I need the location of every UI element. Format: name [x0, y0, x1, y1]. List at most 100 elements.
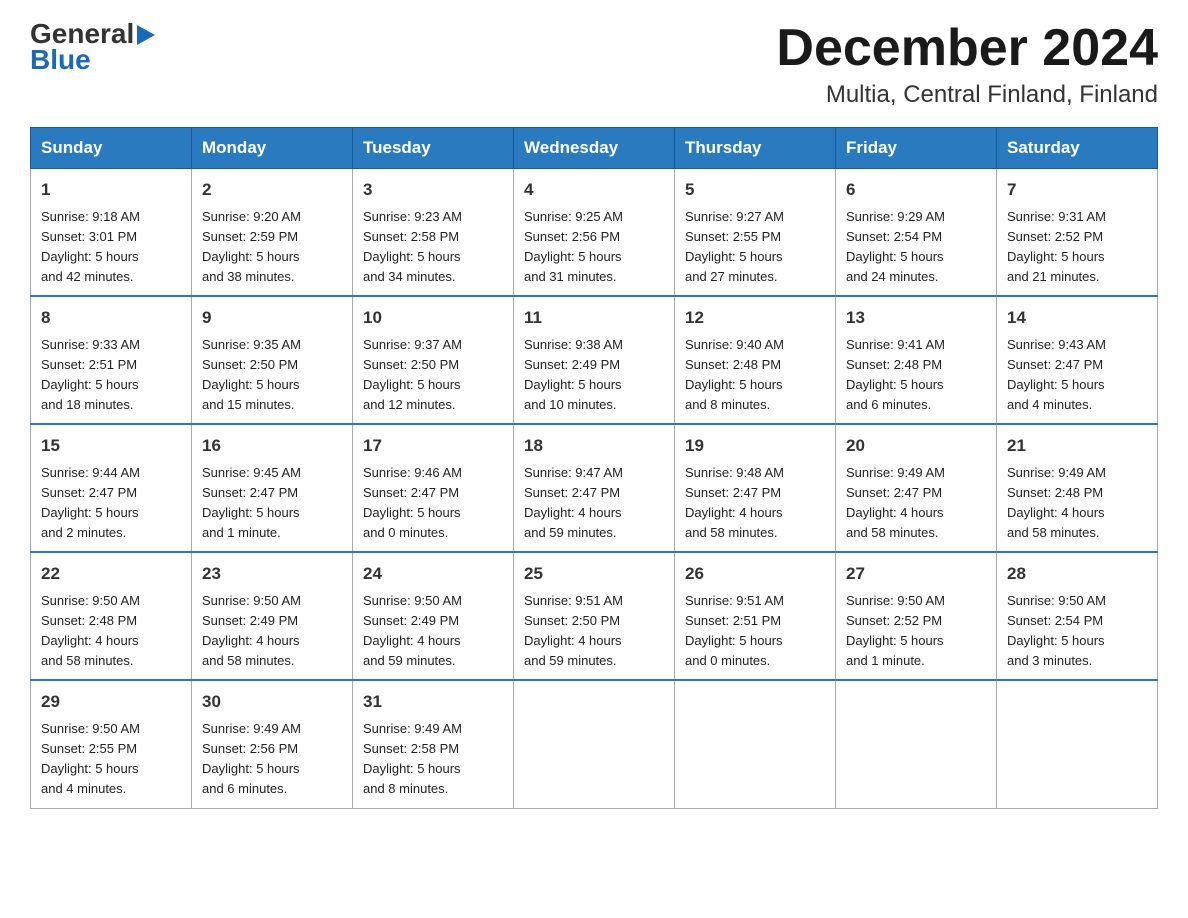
calendar-day-cell: 28 Sunrise: 9:50 AMSunset: 2:54 PMDayligh…: [997, 552, 1158, 680]
month-title: December 2024: [776, 20, 1158, 77]
day-number: 22: [41, 561, 181, 587]
day-number: 6: [846, 177, 986, 203]
day-number: 16: [202, 433, 342, 459]
weekday-header-row: SundayMondayTuesdayWednesdayThursdayFrid…: [31, 128, 1158, 169]
calendar-day-cell: [997, 680, 1158, 808]
calendar-day-cell: 23 Sunrise: 9:50 AMSunset: 2:49 PMDayligh…: [192, 552, 353, 680]
calendar-day-cell: [514, 680, 675, 808]
day-info: Sunrise: 9:50 AMSunset: 2:55 PMDaylight:…: [41, 719, 181, 800]
day-number: 30: [202, 689, 342, 715]
day-number: 15: [41, 433, 181, 459]
logo-triangle-icon: [137, 25, 155, 45]
calendar-week-row: 22 Sunrise: 9:50 AMSunset: 2:48 PMDayligh…: [31, 552, 1158, 680]
calendar-day-cell: 18 Sunrise: 9:47 AMSunset: 2:47 PMDayligh…: [514, 424, 675, 552]
calendar-day-cell: 6 Sunrise: 9:29 AMSunset: 2:54 PMDaylight…: [836, 169, 997, 297]
calendar-day-cell: 7Sunrise: 9:31 AMSunset: 2:52 PMDaylight…: [997, 169, 1158, 297]
calendar-day-cell: 21Sunrise: 9:49 AMSunset: 2:48 PMDayligh…: [997, 424, 1158, 552]
day-info: Sunrise: 9:25 AMSunset: 2:56 PMDaylight:…: [524, 207, 664, 288]
day-number: 12: [685, 305, 825, 331]
day-number: 4: [524, 177, 664, 203]
calendar-day-cell: 10 Sunrise: 9:37 AMSunset: 2:50 PMDayligh…: [353, 296, 514, 424]
calendar-day-cell: 12 Sunrise: 9:40 AMSunset: 2:48 PMDayligh…: [675, 296, 836, 424]
day-info: Sunrise: 9:27 AMSunset: 2:55 PMDaylight:…: [685, 207, 825, 288]
day-info: Sunrise: 9:45 AMSunset: 2:47 PMDaylight:…: [202, 463, 342, 544]
day-info: Sunrise: 9:46 AMSunset: 2:47 PMDaylight:…: [363, 463, 503, 544]
calendar-day-cell: [836, 680, 997, 808]
calendar-day-cell: 14 Sunrise: 9:43 AMSunset: 2:47 PMDayligh…: [997, 296, 1158, 424]
calendar-day-cell: 11Sunrise: 9:38 AMSunset: 2:49 PMDayligh…: [514, 296, 675, 424]
title-area: December 2024 Multia, Central Finland, F…: [776, 20, 1158, 109]
logo-text-blue: Blue: [30, 44, 91, 76]
day-number: 2: [202, 177, 342, 203]
day-number: 28: [1007, 561, 1147, 587]
day-info: Sunrise: 9:51 AMSunset: 2:50 PMDaylight:…: [524, 591, 664, 672]
weekday-header-friday: Friday: [836, 128, 997, 169]
day-number: 17: [363, 433, 503, 459]
day-info: Sunrise: 9:44 AMSunset: 2:47 PMDaylight:…: [41, 463, 181, 544]
day-info: Sunrise: 9:49 AMSunset: 2:58 PMDaylight:…: [363, 719, 503, 800]
calendar-day-cell: 30Sunrise: 9:49 AMSunset: 2:56 PMDayligh…: [192, 680, 353, 808]
day-info: Sunrise: 9:23 AMSunset: 2:58 PMDaylight:…: [363, 207, 503, 288]
day-number: 14: [1007, 305, 1147, 331]
calendar-day-cell: 24 Sunrise: 9:50 AMSunset: 2:49 PMDayligh…: [353, 552, 514, 680]
day-number: 23: [202, 561, 342, 587]
day-number: 24: [363, 561, 503, 587]
page-header: General Blue December 2024 Multia, Centr…: [30, 20, 1158, 109]
day-number: 10: [363, 305, 503, 331]
calendar-day-cell: 17 Sunrise: 9:46 AMSunset: 2:47 PMDayligh…: [353, 424, 514, 552]
day-info: Sunrise: 9:49 AMSunset: 2:47 PMDaylight:…: [846, 463, 986, 544]
calendar-day-cell: 31Sunrise: 9:49 AMSunset: 2:58 PMDayligh…: [353, 680, 514, 808]
day-number: 11: [524, 305, 664, 331]
calendar-day-cell: 4 Sunrise: 9:25 AMSunset: 2:56 PMDaylight…: [514, 169, 675, 297]
day-info: Sunrise: 9:48 AMSunset: 2:47 PMDaylight:…: [685, 463, 825, 544]
day-number: 5: [685, 177, 825, 203]
day-number: 9: [202, 305, 342, 331]
day-info: Sunrise: 9:40 AMSunset: 2:48 PMDaylight:…: [685, 335, 825, 416]
day-info: Sunrise: 9:41 AMSunset: 2:48 PMDaylight:…: [846, 335, 986, 416]
day-info: Sunrise: 9:51 AMSunset: 2:51 PMDaylight:…: [685, 591, 825, 672]
weekday-header-tuesday: Tuesday: [353, 128, 514, 169]
calendar-day-cell: [675, 680, 836, 808]
day-info: Sunrise: 9:43 AMSunset: 2:47 PMDaylight:…: [1007, 335, 1147, 416]
day-number: 13: [846, 305, 986, 331]
day-info: Sunrise: 9:50 AMSunset: 2:49 PMDaylight:…: [363, 591, 503, 672]
calendar-day-cell: 26Sunrise: 9:51 AMSunset: 2:51 PMDayligh…: [675, 552, 836, 680]
day-info: Sunrise: 9:37 AMSunset: 2:50 PMDaylight:…: [363, 335, 503, 416]
day-info: Sunrise: 9:47 AMSunset: 2:47 PMDaylight:…: [524, 463, 664, 544]
day-number: 27: [846, 561, 986, 587]
calendar-day-cell: 8Sunrise: 9:33 AMSunset: 2:51 PMDaylight…: [31, 296, 192, 424]
calendar-day-cell: 2 Sunrise: 9:20 AMSunset: 2:59 PMDaylight…: [192, 169, 353, 297]
calendar-week-row: 8Sunrise: 9:33 AMSunset: 2:51 PMDaylight…: [31, 296, 1158, 424]
calendar-day-cell: 1Sunrise: 9:18 AMSunset: 3:01 PMDaylight…: [31, 169, 192, 297]
day-info: Sunrise: 9:50 AMSunset: 2:54 PMDaylight:…: [1007, 591, 1147, 672]
day-number: 29: [41, 689, 181, 715]
calendar-day-cell: 25Sunrise: 9:51 AMSunset: 2:50 PMDayligh…: [514, 552, 675, 680]
weekday-header-sunday: Sunday: [31, 128, 192, 169]
day-number: 21: [1007, 433, 1147, 459]
calendar-day-cell: 29 Sunrise: 9:50 AMSunset: 2:55 PMDayligh…: [31, 680, 192, 808]
calendar-day-cell: 19 Sunrise: 9:48 AMSunset: 2:47 PMDayligh…: [675, 424, 836, 552]
calendar-day-cell: 15 Sunrise: 9:44 AMSunset: 2:47 PMDayligh…: [31, 424, 192, 552]
day-number: 7: [1007, 177, 1147, 203]
calendar-week-row: 1Sunrise: 9:18 AMSunset: 3:01 PMDaylight…: [31, 169, 1158, 297]
day-info: Sunrise: 9:33 AMSunset: 2:51 PMDaylight:…: [41, 335, 181, 416]
day-info: Sunrise: 9:50 AMSunset: 2:48 PMDaylight:…: [41, 591, 181, 672]
location-title: Multia, Central Finland, Finland: [776, 81, 1158, 109]
day-info: Sunrise: 9:35 AMSunset: 2:50 PMDaylight:…: [202, 335, 342, 416]
day-number: 18: [524, 433, 664, 459]
calendar-day-cell: 22 Sunrise: 9:50 AMSunset: 2:48 PMDayligh…: [31, 552, 192, 680]
logo: General Blue: [30, 20, 155, 76]
day-number: 19: [685, 433, 825, 459]
weekday-header-saturday: Saturday: [997, 128, 1158, 169]
day-info: Sunrise: 9:50 AMSunset: 2:52 PMDaylight:…: [846, 591, 986, 672]
day-info: Sunrise: 9:29 AMSunset: 2:54 PMDaylight:…: [846, 207, 986, 288]
weekday-header-thursday: Thursday: [675, 128, 836, 169]
day-info: Sunrise: 9:50 AMSunset: 2:49 PMDaylight:…: [202, 591, 342, 672]
calendar-day-cell: 16 Sunrise: 9:45 AMSunset: 2:47 PMDayligh…: [192, 424, 353, 552]
day-info: Sunrise: 9:18 AMSunset: 3:01 PMDaylight:…: [41, 207, 181, 288]
calendar-day-cell: 13 Sunrise: 9:41 AMSunset: 2:48 PMDayligh…: [836, 296, 997, 424]
calendar-day-cell: 5 Sunrise: 9:27 AMSunset: 2:55 PMDaylight…: [675, 169, 836, 297]
calendar-day-cell: 27 Sunrise: 9:50 AMSunset: 2:52 PMDayligh…: [836, 552, 997, 680]
day-info: Sunrise: 9:20 AMSunset: 2:59 PMDaylight:…: [202, 207, 342, 288]
day-number: 3: [363, 177, 503, 203]
